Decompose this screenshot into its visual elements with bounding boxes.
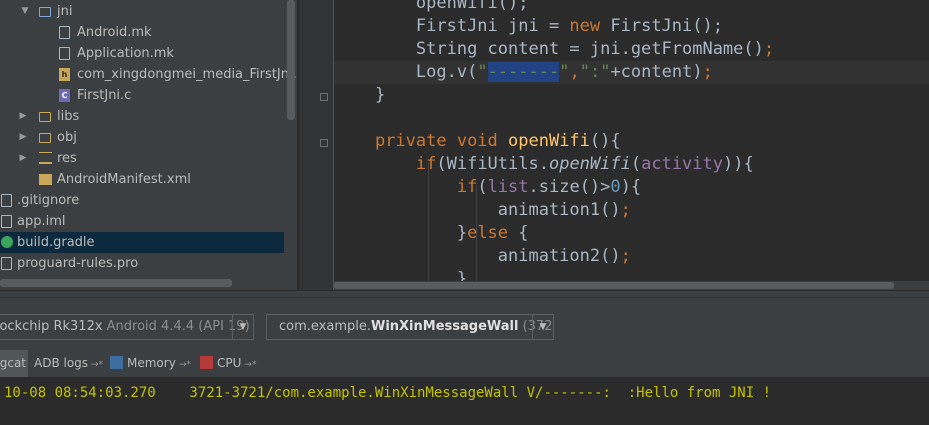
c-file-icon: C bbox=[59, 89, 70, 102]
code-line[interactable]: FirstJni jni = new FirstJni(); bbox=[334, 15, 723, 38]
tree-item-label: Android.mk bbox=[77, 25, 152, 40]
tree-item-label: .gitignore bbox=[17, 193, 80, 208]
file-icon bbox=[59, 47, 70, 60]
expand-arrow-icon[interactable]: ▶ bbox=[18, 127, 28, 148]
fold-marker-icon[interactable] bbox=[320, 139, 328, 147]
project-tree-panel: ▼ jni Android.mk Application.mk h com_xi… bbox=[0, 0, 297, 290]
tree-item-app-iml[interactable]: app.iml bbox=[0, 211, 284, 232]
pin-icon[interactable]: →* bbox=[244, 360, 256, 370]
process-selector[interactable]: com.example.WinXinMessageWall (3721) ▼ bbox=[266, 314, 554, 340]
tree-item-obj[interactable]: ▶ obj bbox=[0, 127, 284, 148]
tree-item-application-mk[interactable]: Application.mk bbox=[0, 43, 284, 64]
editor-horizontal-scrollbar[interactable] bbox=[334, 281, 929, 290]
xml-file-icon bbox=[39, 174, 52, 185]
logcat-output[interactable]: 10-08 08:54:03.270 3721-3721/com.example… bbox=[0, 378, 929, 425]
resource-folder-icon bbox=[39, 152, 52, 164]
chevron-down-icon[interactable]: ▼ bbox=[232, 315, 253, 339]
process-package-prefix: com.example. bbox=[279, 319, 371, 334]
tree-item-gitignore[interactable]: .gitignore bbox=[0, 190, 284, 211]
device-name: Rockchip Rk312x bbox=[0, 319, 103, 334]
tree-item-android-manifest[interactable]: AndroidManifest.xml bbox=[0, 169, 284, 190]
file-icon bbox=[1, 194, 12, 207]
tree-item-label: proguard-rules.pro bbox=[17, 256, 139, 271]
monitor-tabs: logcat ADB logs→* Memory→* CPU→* bbox=[0, 350, 929, 378]
pin-icon[interactable]: →* bbox=[91, 360, 103, 370]
tab-label: ADB logs bbox=[34, 356, 89, 370]
device-selector[interactable]: Rockchip Rk312x Android 4.4.4 (API 19) ▼ bbox=[0, 314, 254, 340]
file-icon bbox=[1, 257, 12, 270]
code-line[interactable]: Log.v("-------",":"+content); bbox=[334, 61, 929, 84]
memory-icon bbox=[110, 356, 123, 369]
tab-adb-logs[interactable]: ADB logs →* bbox=[34, 350, 103, 377]
tree-item-label: Application.mk bbox=[77, 46, 174, 61]
expand-arrow-icon[interactable]: ▶ bbox=[18, 106, 28, 127]
tree-horizontal-scrollbar[interactable] bbox=[0, 279, 232, 287]
fold-marker-icon[interactable] bbox=[320, 93, 328, 101]
expand-arrow-icon[interactable]: ▼ bbox=[20, 1, 30, 22]
tab-cpu[interactable]: CPU →* bbox=[200, 350, 256, 377]
cpu-icon bbox=[200, 356, 213, 369]
code-line[interactable]: animation2(); bbox=[334, 245, 631, 268]
tree-item-build-gradle[interactable]: build.gradle bbox=[0, 232, 284, 253]
tab-memory[interactable]: Memory →* bbox=[110, 350, 191, 377]
android-monitor-toolbar: Rockchip Rk312x Android 4.4.4 (API 19) ▼… bbox=[0, 298, 929, 350]
process-package-name: WinXinMessageWall bbox=[370, 319, 519, 334]
code-line[interactable]: animation1(); bbox=[334, 199, 631, 222]
tab-label: logcat bbox=[0, 356, 26, 370]
tree-item-label: AndroidManifest.xml bbox=[57, 172, 191, 187]
tree-item-proguard-rules[interactable]: proguard-rules.pro bbox=[0, 253, 284, 274]
chevron-down-icon[interactable]: ▼ bbox=[532, 315, 553, 339]
code-line[interactable]: }else { bbox=[334, 222, 529, 245]
tree-item-firstjni-c[interactable]: C FirstJni.c bbox=[0, 85, 284, 106]
code-line[interactable]: String content = jni.getFromName(); bbox=[334, 38, 774, 61]
tree-item-label: jni bbox=[57, 4, 73, 19]
tree-item-label: com_xingdongmei_media_FirstJni.h bbox=[77, 67, 297, 82]
panel-splitter[interactable] bbox=[0, 290, 929, 298]
code-line[interactable]: if(WifiUtils.openWifi(activity)){ bbox=[334, 153, 754, 176]
folder-icon bbox=[39, 7, 51, 17]
code-line[interactable]: private void openWifi(){ bbox=[334, 130, 621, 153]
editor-gutter bbox=[299, 0, 333, 290]
tree-vertical-scrollbar[interactable] bbox=[287, 0, 295, 120]
code-line[interactable]: } bbox=[334, 84, 385, 107]
tree-item-label: res bbox=[57, 151, 77, 166]
tree-item-res[interactable]: ▶ res bbox=[0, 148, 284, 169]
code-editor[interactable]: openWifi(); FirstJni jni = new FirstJni(… bbox=[334, 0, 929, 290]
code-line[interactable]: if(list.size()>0){ bbox=[334, 176, 641, 199]
tree-item-label: obj bbox=[57, 130, 77, 145]
tree-item-libs[interactable]: ▶ libs bbox=[0, 106, 284, 127]
tree-item-jni[interactable]: ▼ jni bbox=[0, 1, 284, 22]
log-line: 10-08 08:54:03.270 3721-3721/com.example… bbox=[4, 385, 772, 401]
expand-arrow-icon[interactable]: ▶ bbox=[18, 148, 28, 169]
tree-item-label: libs bbox=[57, 109, 80, 124]
pin-icon[interactable]: →* bbox=[179, 360, 191, 370]
folder-icon bbox=[39, 112, 51, 122]
tree-item-label: FirstJni.c bbox=[77, 88, 132, 103]
tree-item-firstjni-header[interactable]: h com_xingdongmei_media_FirstJni.h bbox=[0, 64, 297, 85]
code-line[interactable]: openWifi(); bbox=[334, 0, 529, 15]
file-icon bbox=[59, 26, 70, 39]
folder-icon bbox=[39, 133, 51, 143]
tab-label: CPU bbox=[217, 356, 242, 370]
scrollbar-thumb[interactable] bbox=[334, 282, 894, 289]
tree-item-label: app.iml bbox=[17, 214, 66, 229]
device-api: Android 4.4.4 (API 19) bbox=[102, 319, 250, 334]
tab-logcat[interactable]: logcat bbox=[0, 350, 28, 377]
gradle-icon bbox=[1, 236, 13, 248]
header-file-icon: h bbox=[59, 68, 70, 81]
tree-item-label: build.gradle bbox=[17, 235, 95, 250]
tab-label: Memory bbox=[127, 356, 176, 370]
file-icon bbox=[1, 215, 12, 228]
tree-item-android-mk[interactable]: Android.mk bbox=[0, 22, 284, 43]
